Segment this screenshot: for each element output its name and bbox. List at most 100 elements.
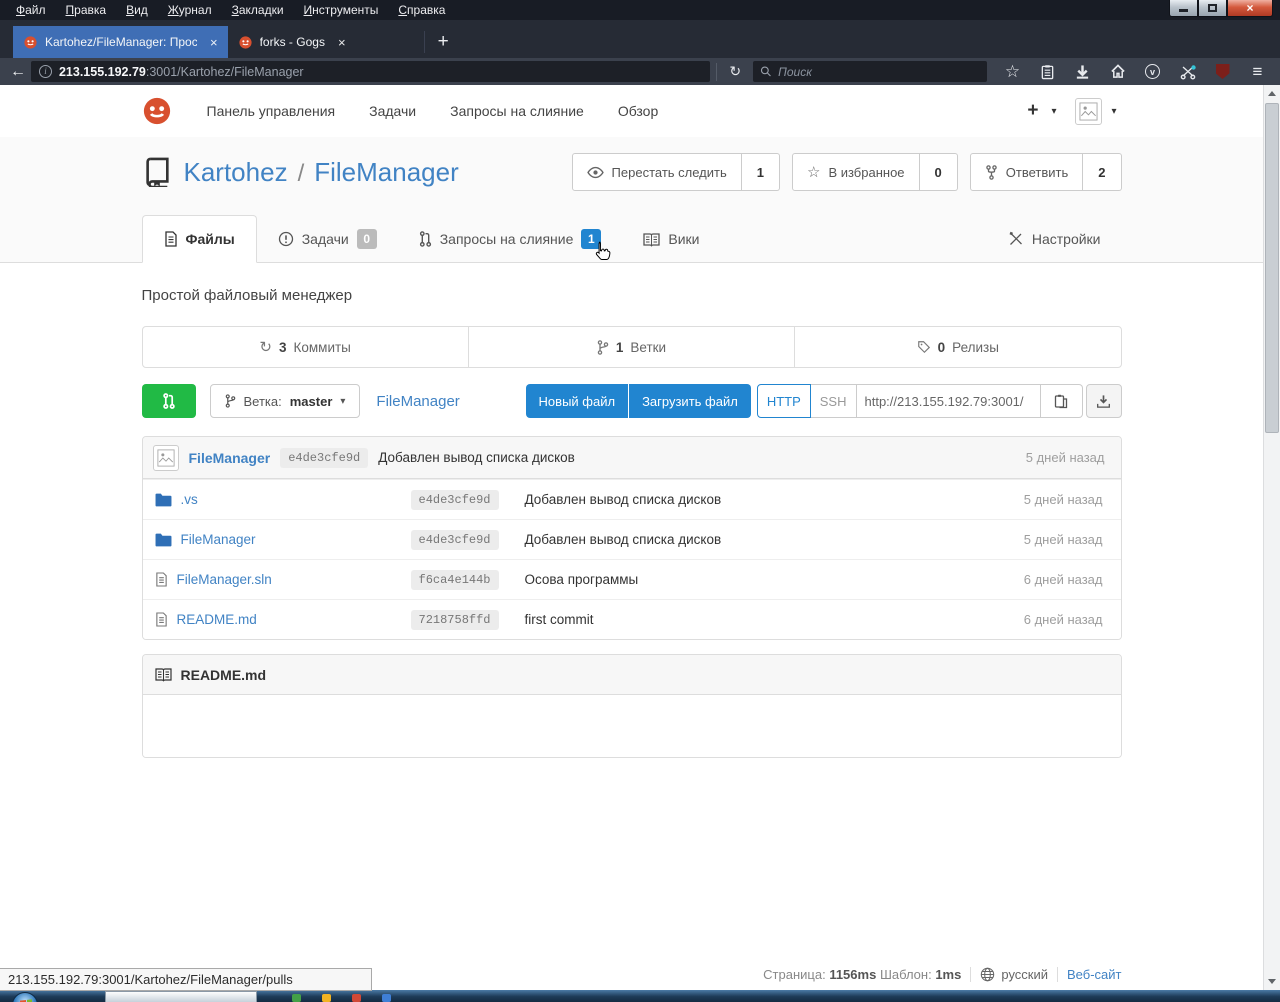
create-new-button[interactable]: + bbox=[1023, 100, 1042, 122]
menu-history[interactable]: Журнал bbox=[158, 1, 222, 19]
commit-hash-badge[interactable]: e4de3cfe9d bbox=[411, 530, 499, 550]
nav-dashboard[interactable]: Панель управления bbox=[190, 97, 353, 125]
chevron-down-icon[interactable]: ▾ bbox=[1106, 106, 1121, 117]
commit-hash-badge[interactable]: e4de3cfe9d bbox=[411, 490, 499, 510]
file-link[interactable]: FileManager.sln bbox=[177, 572, 272, 587]
taskbar-icon[interactable] bbox=[322, 994, 331, 1002]
nav-explore[interactable]: Обзор bbox=[601, 97, 675, 125]
taskbar-window-button[interactable] bbox=[105, 991, 257, 1002]
repo-actions: Перестать следить 1 ☆ В избранное 0 bbox=[572, 153, 1122, 191]
start-button[interactable] bbox=[12, 992, 38, 1002]
scroll-up-arrow[interactable] bbox=[1264, 85, 1280, 102]
file-icon bbox=[155, 612, 168, 627]
search-box[interactable] bbox=[753, 61, 987, 82]
stars-count[interactable]: 0 bbox=[920, 153, 958, 191]
menu-help[interactable]: Справка bbox=[388, 1, 455, 19]
branches-stat[interactable]: 1 Ветки bbox=[468, 327, 794, 367]
menu-bookmarks[interactable]: Закладки bbox=[222, 1, 294, 19]
bookmark-star-button[interactable]: ☆ bbox=[995, 60, 1030, 84]
back-button[interactable]: ← bbox=[5, 63, 31, 81]
taskbar-icon[interactable] bbox=[382, 994, 391, 1002]
search-input[interactable] bbox=[778, 65, 980, 79]
tab-pulls[interactable]: Запросы на слияние 1 bbox=[398, 215, 623, 263]
menu-file[interactable]: Файл bbox=[6, 1, 56, 19]
tab-settings[interactable]: Настройки bbox=[987, 215, 1122, 263]
watchers-count[interactable]: 1 bbox=[742, 153, 780, 191]
nav-pulls[interactable]: Запросы на слияние bbox=[433, 97, 601, 125]
releases-stat[interactable]: 0 Релизы bbox=[794, 327, 1120, 367]
site-info-icon[interactable]: i bbox=[39, 65, 52, 78]
copy-url-button[interactable] bbox=[1041, 384, 1083, 418]
pocket-button[interactable]: v bbox=[1135, 60, 1170, 84]
commit-message[interactable]: Осова программы bbox=[525, 572, 639, 587]
menu-tools[interactable]: Инструменты bbox=[294, 1, 389, 19]
minimize-button[interactable] bbox=[1169, 0, 1198, 17]
reload-button[interactable]: ↻ bbox=[723, 63, 747, 80]
home-icon bbox=[1110, 64, 1126, 79]
upload-file-button[interactable]: Загрузить файл bbox=[629, 384, 751, 418]
tab-kartohez-filemanager[interactable]: Kartohez/FileManager: Прос × bbox=[13, 26, 228, 58]
committer-link[interactable]: FileManager bbox=[189, 450, 271, 466]
tab-issues[interactable]: Задачи 0 bbox=[257, 215, 398, 263]
file-link[interactable]: README.md bbox=[177, 612, 257, 627]
commit-message[interactable]: Добавлен вывод списка дисков bbox=[525, 532, 722, 547]
compare-button[interactable] bbox=[142, 384, 196, 418]
search-icon bbox=[760, 65, 772, 78]
folder-icon bbox=[155, 493, 172, 507]
clone-url-input[interactable] bbox=[857, 384, 1041, 418]
tab-wiki[interactable]: Вики bbox=[622, 215, 720, 263]
tab-close-icon[interactable]: × bbox=[338, 35, 346, 50]
download-archive-button[interactable] bbox=[1086, 384, 1122, 418]
ublock-button[interactable] bbox=[1205, 60, 1240, 84]
pulls-count-badge: 1 bbox=[581, 229, 601, 249]
unwatch-button[interactable]: Перестать следить bbox=[572, 153, 742, 191]
address-bar[interactable]: i 213.155.192.79:3001/Kartohez/FileManag… bbox=[31, 61, 710, 82]
new-file-button[interactable]: Новый файл bbox=[526, 384, 629, 418]
bookmarks-menu-button[interactable] bbox=[1030, 60, 1065, 84]
language-selector[interactable]: русский bbox=[980, 967, 1048, 982]
new-tab-button[interactable]: + bbox=[425, 26, 462, 58]
branch-selector[interactable]: Ветка: master ▾ bbox=[210, 384, 361, 418]
tab-files[interactable]: Файлы bbox=[142, 215, 257, 263]
repo-owner-link[interactable]: Kartohez bbox=[184, 157, 288, 188]
commit-hash-badge[interactable]: 7218758ffd bbox=[411, 610, 499, 630]
committer-avatar[interactable] bbox=[153, 445, 179, 471]
website-link[interactable]: Веб-сайт bbox=[1067, 967, 1121, 982]
commit-hash-badge[interactable]: f6ca4e144b bbox=[411, 570, 499, 590]
home-button[interactable] bbox=[1100, 60, 1135, 84]
commit-hash-badge[interactable]: e4de3cfe9d bbox=[280, 448, 368, 468]
commit-message[interactable]: first commit bbox=[525, 612, 594, 627]
close-window-button[interactable]: × bbox=[1227, 0, 1273, 17]
commit-message[interactable]: Добавлен вывод списка дисков bbox=[525, 492, 722, 507]
maximize-button[interactable] bbox=[1198, 0, 1227, 17]
downloads-button[interactable] bbox=[1065, 60, 1100, 84]
taskbar-icon[interactable] bbox=[352, 994, 361, 1002]
vertical-scrollbar[interactable] bbox=[1263, 85, 1280, 990]
scroll-down-arrow[interactable] bbox=[1264, 973, 1280, 990]
fork-button[interactable]: Ответвить bbox=[970, 153, 1083, 191]
http-button[interactable]: HTTP bbox=[757, 384, 811, 418]
avatar[interactable] bbox=[1075, 98, 1102, 125]
menu-view[interactable]: Вид bbox=[116, 1, 158, 19]
nav-issues[interactable]: Задачи bbox=[352, 97, 433, 125]
file-row: FileManager.sln f6ca4e144b Осова програм… bbox=[143, 559, 1121, 599]
menu-edit[interactable]: Правка bbox=[56, 1, 117, 19]
tab-forks-gogs[interactable]: forks - Gogs × bbox=[228, 26, 424, 58]
file-link[interactable]: .vs bbox=[181, 492, 198, 507]
taskbar-icon[interactable] bbox=[292, 994, 301, 1002]
file-link[interactable]: FileManager bbox=[181, 532, 256, 547]
commit-message[interactable]: Добавлен вывод списка дисков bbox=[378, 450, 575, 465]
extension-button[interactable] bbox=[1170, 60, 1205, 84]
tab-close-icon[interactable]: × bbox=[210, 35, 218, 50]
breadcrumb[interactable]: FileManager bbox=[376, 393, 459, 410]
repo-title-row: Kartohez / FileManager Перестать следить… bbox=[142, 153, 1122, 191]
menu-button[interactable]: ≡ bbox=[1240, 60, 1275, 84]
star-button[interactable]: ☆ В избранное bbox=[792, 153, 920, 191]
ssh-button[interactable]: SSH bbox=[811, 384, 857, 418]
commits-stat[interactable]: ↻ 3 Коммиты bbox=[143, 327, 468, 367]
scrollbar-thumb[interactable] bbox=[1265, 103, 1279, 433]
gogs-logo[interactable] bbox=[142, 96, 172, 126]
repo-name-link[interactable]: FileManager bbox=[314, 157, 459, 188]
forks-count[interactable]: 2 bbox=[1083, 153, 1121, 191]
chevron-down-icon[interactable]: ▾ bbox=[1046, 106, 1061, 117]
